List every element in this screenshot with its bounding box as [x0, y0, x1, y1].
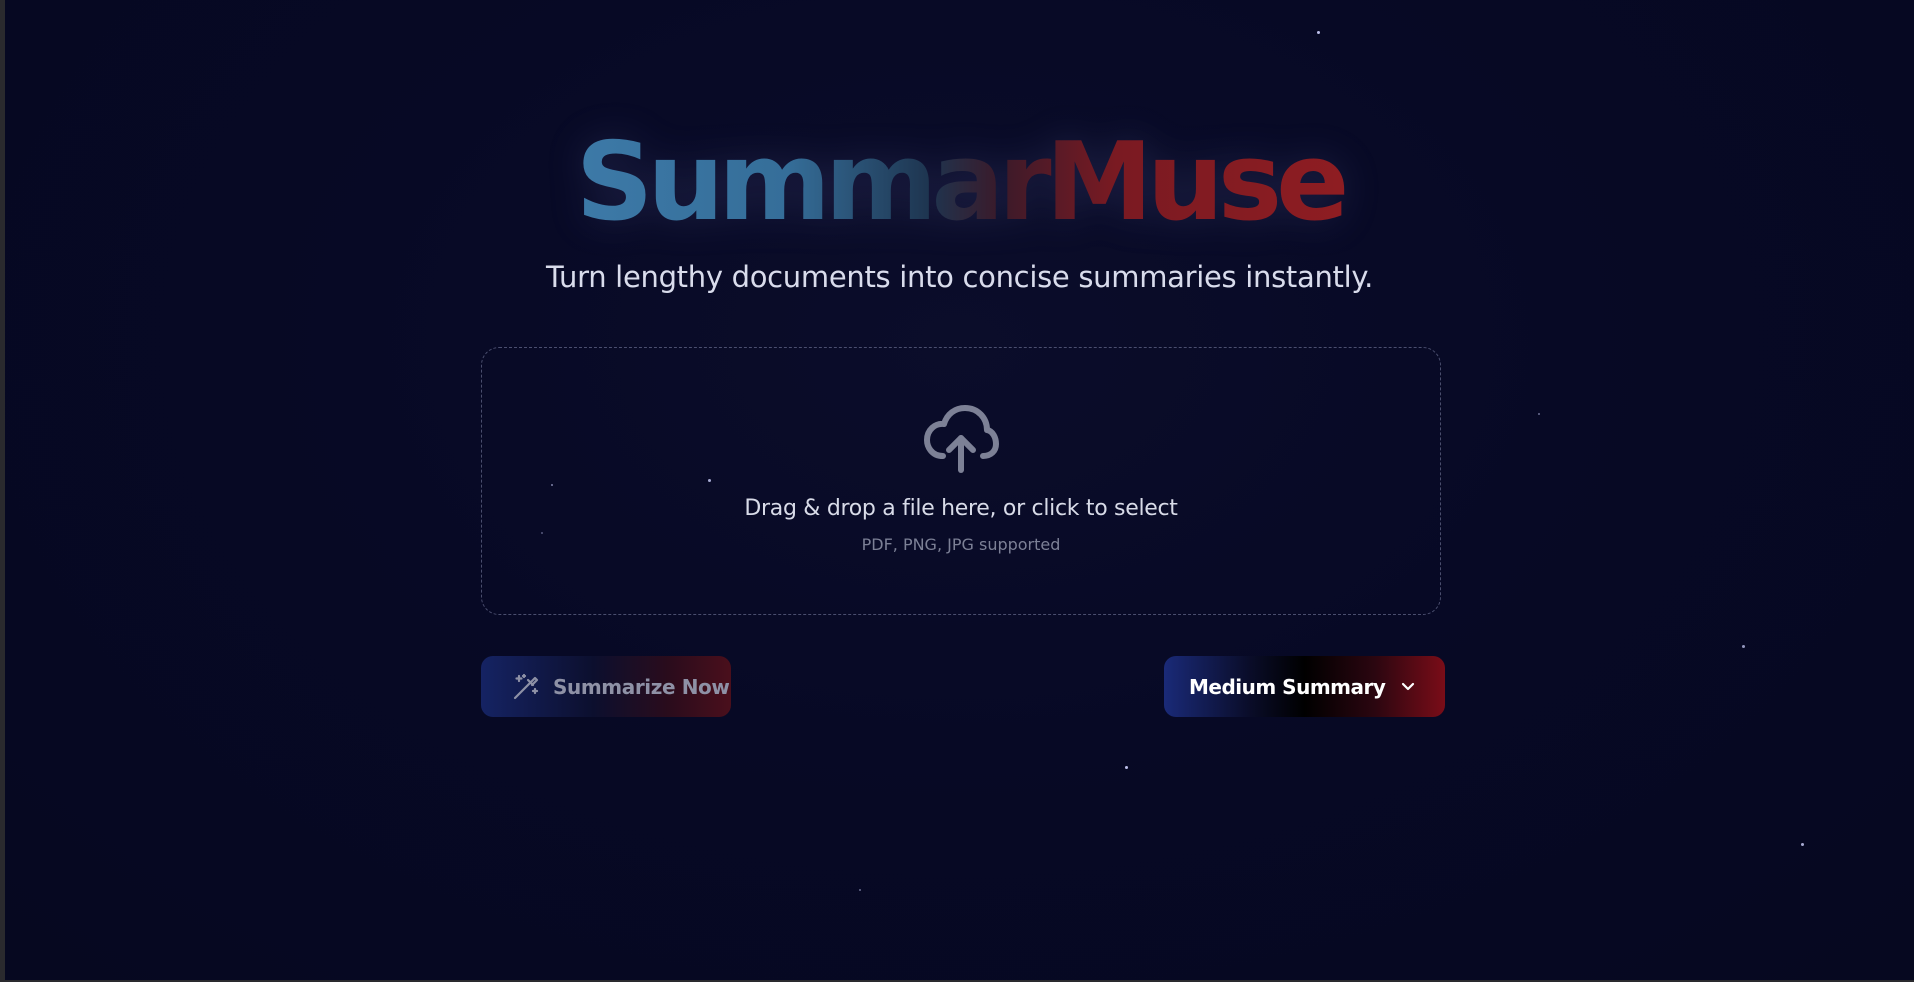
app-title: SummarMuse — [568, 118, 1352, 248]
star-decoration — [1538, 413, 1540, 415]
summarize-button-label: Summarize Now — [553, 674, 730, 699]
magic-wand-icon — [513, 673, 539, 699]
cloud-upload-icon — [924, 405, 999, 473]
app-tagline: Turn lengthy documents into concise summ… — [545, 260, 1374, 294]
chevron-down-icon — [1401, 682, 1415, 690]
app-title-container: SummarMuse — [5, 118, 1914, 248]
app-canvas: SummarMuse Turn lengthy documents into c… — [5, 0, 1914, 980]
file-dropzone[interactable]: Drag & drop a file here, or click to sel… — [481, 347, 1441, 615]
star-decoration — [1801, 843, 1804, 846]
summary-length-value: Medium Summary — [1189, 674, 1386, 699]
star-decoration — [859, 889, 861, 891]
star-decoration — [1317, 31, 1320, 34]
summarize-button[interactable]: Summarize Now — [481, 656, 731, 717]
star-decoration — [1125, 766, 1128, 769]
dropzone-supported-formats: PDF, PNG, JPG supported — [861, 535, 1061, 554]
star-decoration — [1742, 645, 1745, 648]
dropzone-prompt: Drag & drop a file here, or click to sel… — [744, 496, 1178, 521]
summary-length-select[interactable]: Medium Summary — [1164, 656, 1445, 717]
